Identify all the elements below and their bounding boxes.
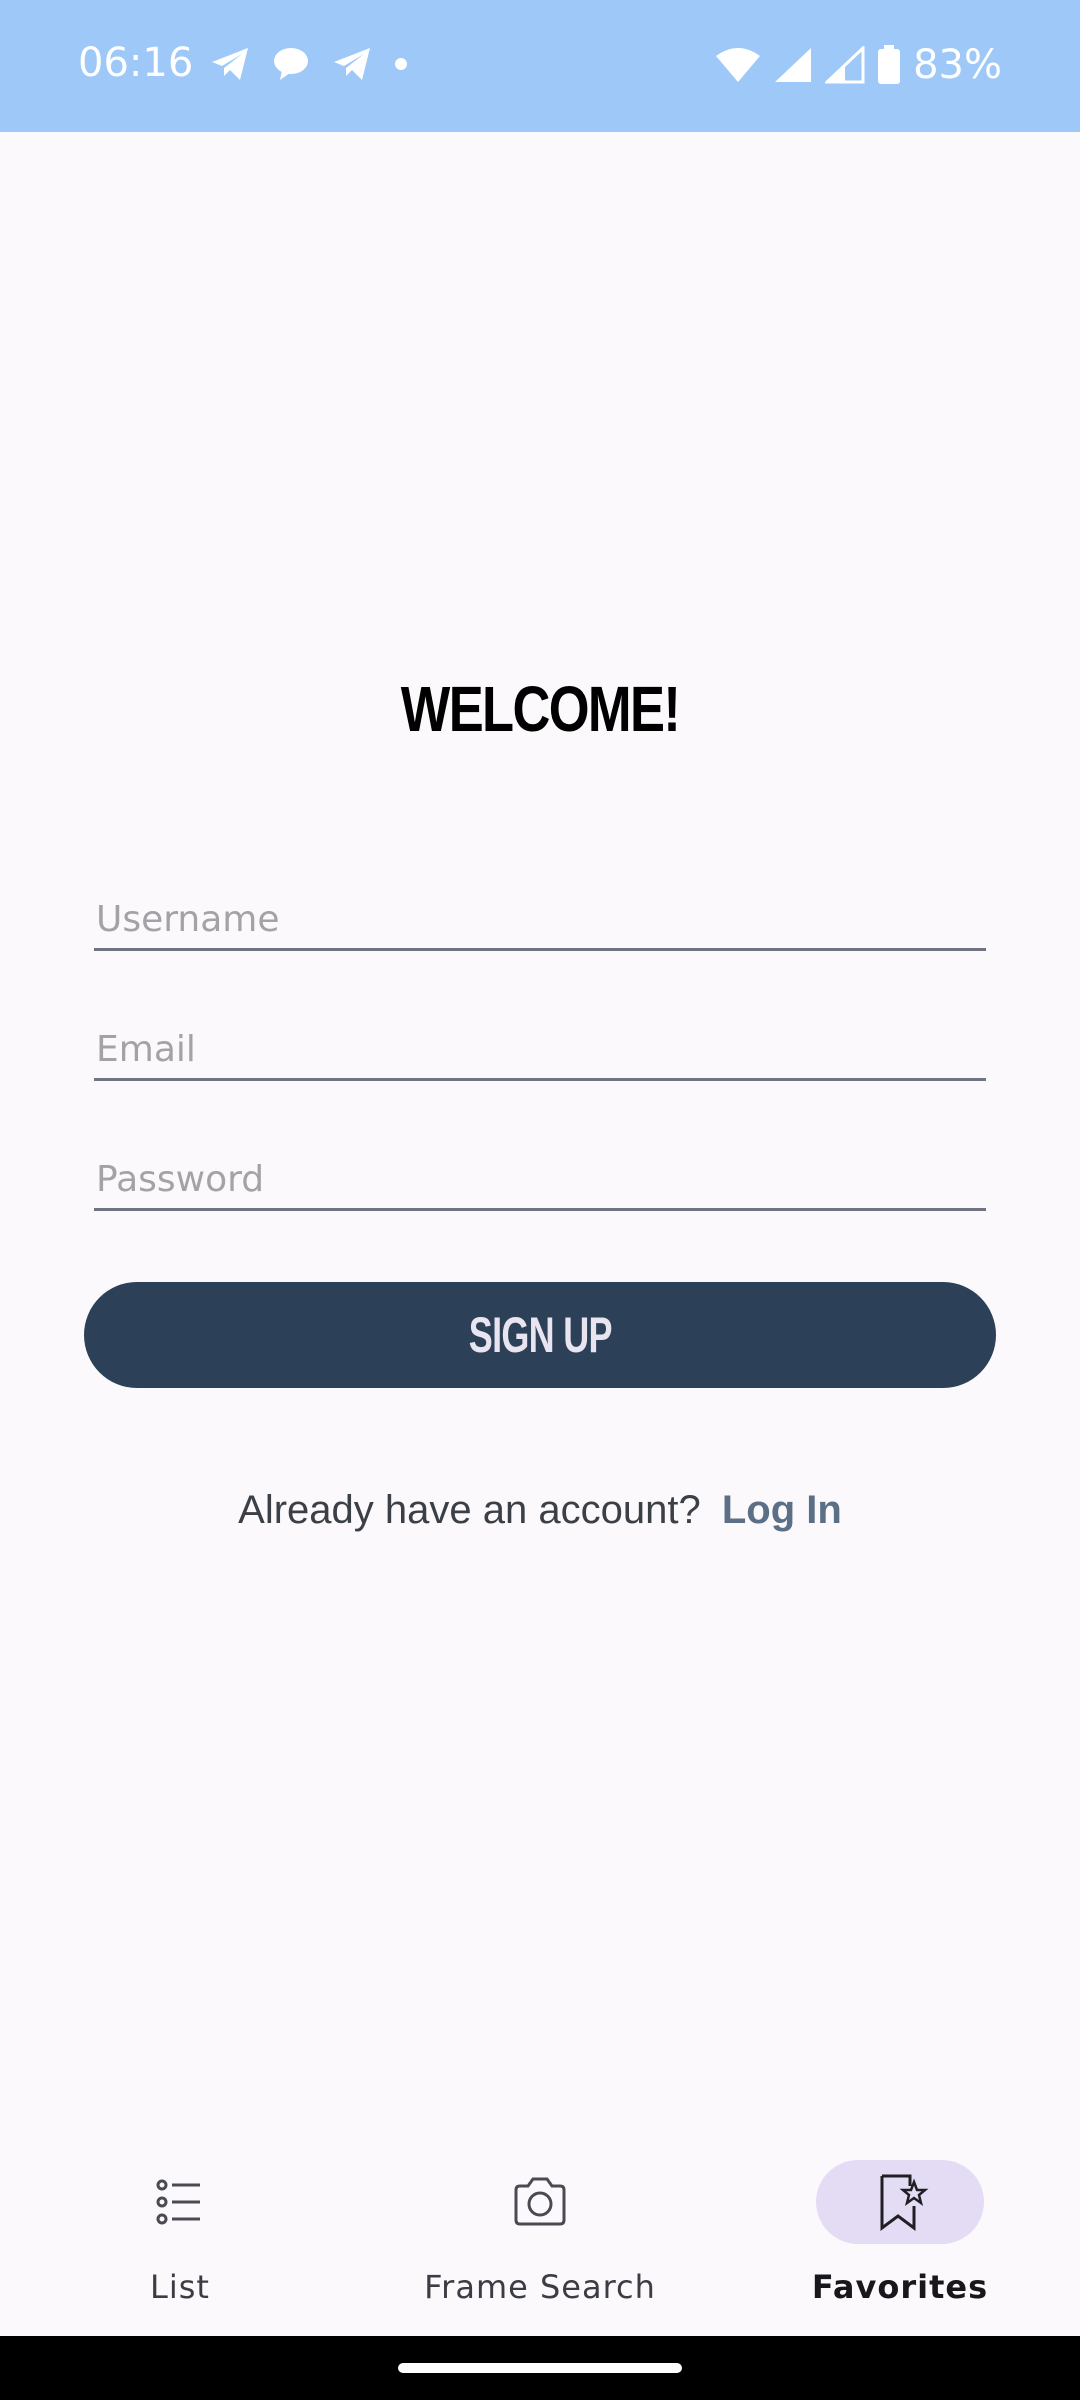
nav-label-favorites: Favorites [811,2268,989,2306]
status-bar: 06:16 83% [0,0,1080,132]
login-prompt: Already have an account? [238,1488,701,1532]
password-input[interactable] [94,1159,990,1200]
battery-percent: 83% [913,42,1002,88]
signup-button-label: SIGN UP [468,1307,613,1363]
nav-label-list: List [150,2268,210,2306]
gesture-handle[interactable] [398,2363,682,2373]
list-icon [156,2179,200,2225]
cell-signal-2-icon [825,46,865,84]
system-icons: 83% [715,42,1002,88]
login-row: Already have an account? Log In [0,1488,1080,1533]
camera-icon [514,2177,566,2226]
telegram-icon-2 [334,48,370,80]
chat-bubble-icon [274,48,308,80]
username-field [94,868,990,951]
more-notifications-dot-icon [395,58,407,70]
email-field [94,998,990,1081]
battery-icon [878,45,901,84]
bookmark-star-icon [880,2174,929,2231]
telegram-icon [212,48,248,80]
notification-icons [210,46,408,82]
password-field [94,1128,990,1211]
bottom-nav: List Frame Search Favorites [0,2130,1080,2336]
signup-button[interactable]: SIGN UP [84,1282,996,1388]
username-input[interactable] [94,899,990,940]
nav-item-frame-search[interactable]: Frame Search [360,2130,720,2336]
email-input[interactable] [94,1029,990,1070]
cell-signal-icon [775,48,812,82]
login-link[interactable]: Log In [722,1488,842,1532]
nav-label-frame-search: Frame Search [424,2268,656,2306]
wifi-icon [716,48,761,82]
nav-item-favorites[interactable]: Favorites [720,2130,1080,2336]
status-time: 06:16 [78,40,194,86]
page-title: WELCOME! [400,673,681,745]
nav-item-list[interactable]: List [0,2130,360,2336]
